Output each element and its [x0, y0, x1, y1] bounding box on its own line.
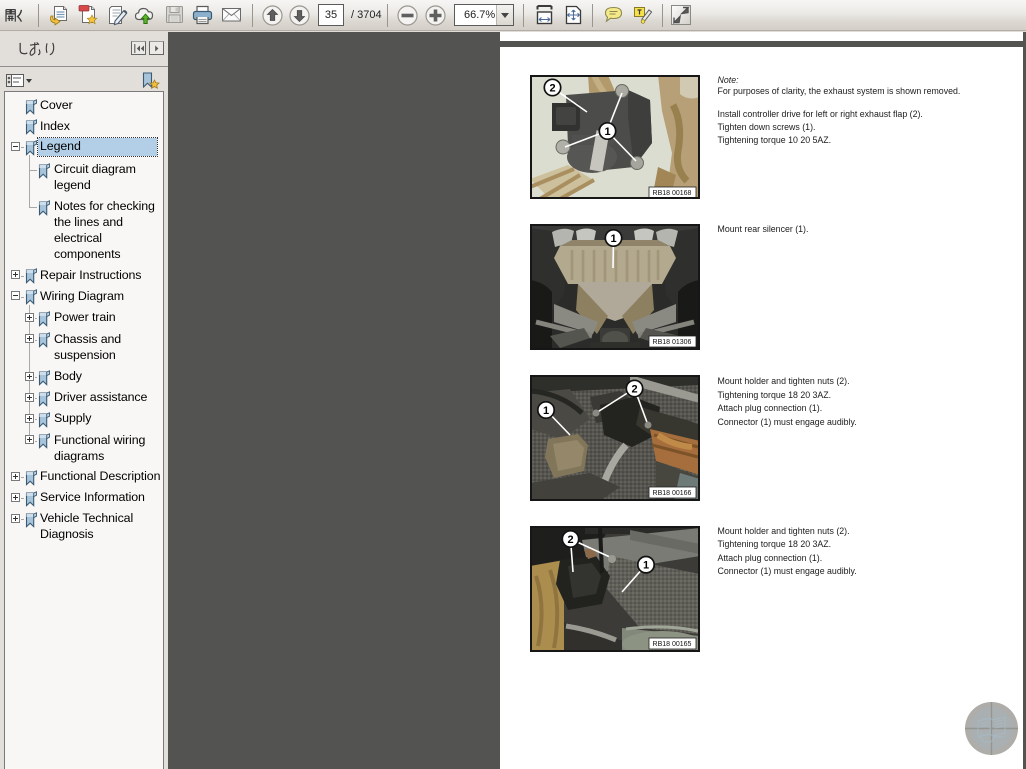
svg-text:1: 1 — [604, 126, 610, 138]
svg-text:RB18 00165: RB18 00165 — [652, 641, 691, 648]
svg-text:RB18 00168: RB18 00168 — [652, 190, 691, 197]
svg-text:RB18 00166: RB18 00166 — [652, 490, 691, 497]
svg-text:RB18 01306: RB18 01306 — [652, 339, 691, 346]
svg-text:2: 2 — [631, 384, 637, 396]
svg-text:1: 1 — [642, 560, 648, 572]
svg-text:2: 2 — [549, 82, 555, 94]
svg-text:1: 1 — [542, 405, 548, 417]
svg-text:1: 1 — [610, 233, 616, 245]
svg-text:2: 2 — [567, 534, 573, 546]
